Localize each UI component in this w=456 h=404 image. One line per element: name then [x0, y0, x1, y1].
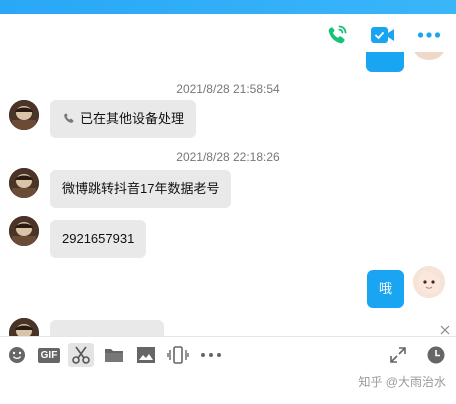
contact-avatar[interactable]	[9, 216, 39, 246]
more-options-button[interactable]	[416, 22, 442, 48]
folder-icon	[105, 349, 123, 362]
scissors-icon	[72, 346, 90, 364]
emoji-button[interactable]	[4, 343, 30, 367]
contact-avatar[interactable]	[9, 168, 39, 198]
more-icon	[201, 353, 221, 357]
message-timestamp: 2021/8/28 22:18:26	[176, 150, 280, 164]
video-camera-icon	[371, 27, 394, 43]
phone-icon	[64, 113, 74, 123]
partial-message-bubble[interactable]	[50, 320, 164, 336]
shake-icon	[167, 346, 189, 364]
top-accent-bar	[0, 0, 456, 14]
screenshot-button[interactable]	[68, 343, 94, 367]
message-bubble[interactable]: 2921657931	[50, 220, 147, 258]
expand-icon	[390, 347, 406, 363]
video-call-button[interactable]	[370, 22, 396, 48]
emoji-icon	[9, 347, 25, 363]
file-button[interactable]	[101, 343, 127, 367]
more-icon	[417, 32, 441, 38]
image-icon	[137, 347, 155, 363]
expand-button[interactable]	[385, 343, 411, 367]
clock-icon	[427, 346, 445, 364]
message-text: 已在其他设备处理	[80, 111, 185, 126]
message-bubble[interactable]: 微博跳转抖音17年数据老号	[50, 170, 232, 208]
gif-icon: GIF	[37, 347, 61, 363]
gif-button[interactable]: GIF	[36, 343, 62, 367]
shake-button[interactable]	[165, 343, 191, 367]
message-text: 2921657931	[62, 231, 135, 246]
contact-avatar[interactable]	[9, 100, 39, 130]
contact-avatar[interactable]	[9, 318, 39, 336]
message-timestamp: 2021/8/28 21:58:54	[176, 82, 280, 96]
chat-actions	[324, 22, 442, 48]
previous-avatar-right	[413, 52, 445, 60]
phone-icon	[328, 25, 347, 44]
message-bubble[interactable]: 已在其他设备处理	[50, 100, 197, 138]
more-tools-button[interactable]	[198, 343, 224, 367]
watermark: 知乎 @大雨治水	[358, 375, 446, 389]
input-toolbar: GIF	[0, 336, 456, 373]
history-button[interactable]	[423, 343, 449, 367]
close-icon[interactable]	[440, 322, 450, 335]
my-message-bubble[interactable]: 哦	[366, 270, 404, 308]
message-text: 微博跳转抖音17年数据老号	[62, 181, 220, 196]
message-text: 哦	[378, 281, 392, 296]
message-list[interactable]: 2021/8/28 21:58:54 已在其他设备处理 2021/8/28 22…	[0, 52, 456, 336]
voice-call-button[interactable]	[324, 22, 350, 48]
image-button[interactable]	[133, 343, 159, 367]
previous-bubble-right	[366, 52, 404, 72]
my-avatar[interactable]	[413, 266, 445, 298]
